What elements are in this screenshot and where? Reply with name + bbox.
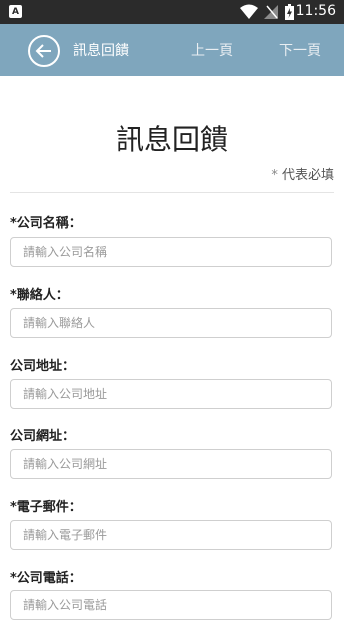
company-address-input[interactable]	[10, 379, 332, 409]
company-website-input[interactable]	[10, 449, 332, 479]
company-name-input[interactable]	[10, 237, 332, 267]
required-note: * 代表必填	[271, 164, 334, 183]
company-phone-input[interactable]	[10, 590, 332, 620]
back-button[interactable]	[28, 35, 60, 67]
required-mark: *	[271, 168, 278, 183]
contact-person-label: *聯絡人：	[10, 288, 69, 303]
required-note-text: 代表必填	[281, 168, 334, 183]
email-label: *電子郵件：	[10, 500, 82, 515]
app-notification-icon: A	[9, 5, 22, 18]
app-bar: 訊息回饋 上一頁 下一頁	[0, 24, 344, 76]
status-time: 11:56	[295, 3, 336, 19]
app-bar-title: 訊息回饋	[73, 43, 129, 59]
company-name-label: *公司名稱：	[10, 216, 82, 231]
page-title: 訊息回饋	[115, 123, 228, 156]
cellular-signal-icon	[264, 5, 278, 19]
divider	[10, 192, 334, 193]
company-phone-label: *公司電話：	[10, 571, 82, 586]
company-website-label: 公司網址：	[10, 429, 76, 444]
company-address-label: 公司地址：	[10, 359, 76, 374]
email-input[interactable]	[10, 520, 332, 550]
back-arrow-icon	[35, 44, 51, 58]
battery-charging-icon	[285, 4, 294, 20]
wifi-icon	[240, 4, 258, 19]
status-bar: A 11:56	[0, 0, 344, 24]
previous-page-button[interactable]: 上一頁	[191, 40, 233, 60]
next-page-button[interactable]: 下一頁	[279, 40, 321, 60]
contact-person-input[interactable]	[10, 308, 332, 338]
